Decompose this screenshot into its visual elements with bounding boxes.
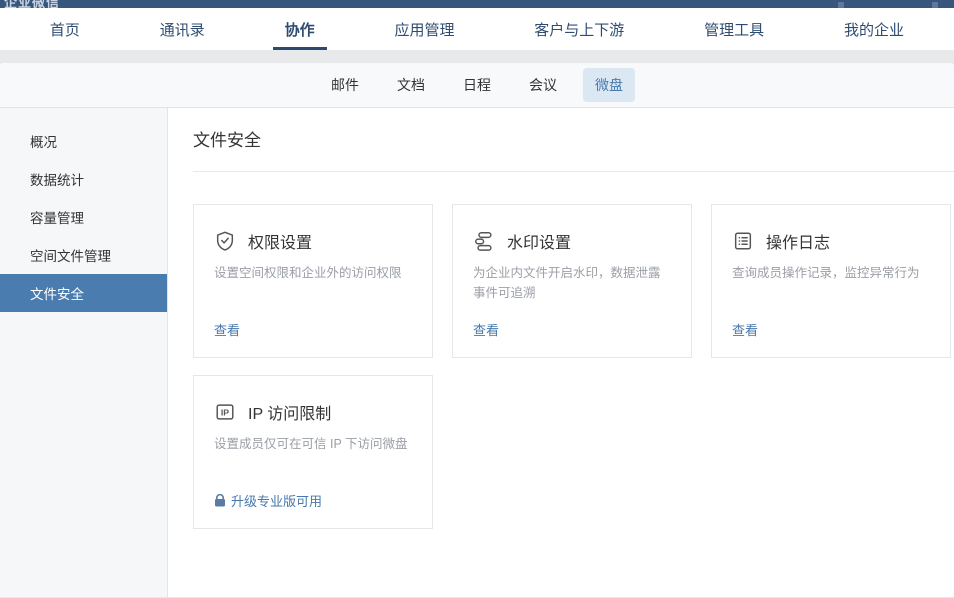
main-nav-item-5[interactable]: 管理工具 (686, 8, 782, 50)
topbar-icon-2 (932, 2, 938, 8)
sub-nav: 邮件文档日程会议微盘 (319, 68, 635, 102)
card-action-label: 查看 (732, 320, 758, 339)
main-nav-item-6[interactable]: 我的企业 (826, 8, 922, 50)
sidebar-item-4[interactable]: 文件安全 (0, 274, 167, 312)
page-body: 概况数据统计容量管理空间文件管理文件安全 文件安全 权限设置 设置空间权限和企业… (0, 108, 954, 597)
card-header: 操作日志 (732, 229, 930, 253)
app-logo: 企业微信 (4, 0, 60, 8)
sub-nav-item-4[interactable]: 微盘 (583, 68, 635, 102)
title-divider (193, 171, 954, 172)
main-nav-item-1[interactable]: 通讯录 (142, 8, 223, 50)
card-action-link[interactable]: 查看 (473, 320, 671, 339)
watermark-icon (473, 230, 495, 252)
card-title: 权限设置 (248, 229, 312, 253)
card-header: 权限设置 (214, 229, 412, 253)
sub-nav-item-1[interactable]: 文档 (385, 68, 437, 102)
sidebar-item-3[interactable]: 空间文件管理 (0, 236, 167, 274)
card-action-link[interactable]: 升级专业版可用 (214, 491, 412, 510)
sidebar-item-2[interactable]: 容量管理 (0, 198, 167, 236)
card-header: IP IP 访问限制 (214, 400, 412, 424)
card-title: IP 访问限制 (248, 400, 331, 424)
page-background-band (0, 50, 954, 63)
page-title: 文件安全 (193, 126, 954, 171)
sidebar-item-1[interactable]: 数据统计 (0, 160, 167, 198)
shield-check-icon (214, 230, 236, 252)
card-action-link[interactable]: 查看 (732, 320, 930, 339)
svg-text:IP: IP (221, 407, 229, 417)
sub-nav-panel: 邮件文档日程会议微盘 (0, 63, 954, 108)
main-nav-item-3[interactable]: 应用管理 (376, 8, 472, 50)
cards-grid: 权限设置 设置空间权限和企业外的访问权限 查看 水印设置 为企业内文件开启水印，… (193, 204, 953, 529)
card-title: 水印设置 (507, 229, 571, 253)
feature-card-1: 水印设置 为企业内文件开启水印，数据泄露事件可追溯 查看 (452, 204, 692, 358)
main-nav: 首页 通讯录 协作 应用管理 客户与上下游 管理工具 我的企业 (0, 8, 954, 50)
ip-icon: IP (214, 401, 236, 423)
feature-card-2: 操作日志 查询成员操作记录，监控异常行为 查看 (711, 204, 951, 358)
main-nav-item-2[interactable]: 协作 (267, 8, 333, 50)
feature-card-3: IP IP 访问限制 设置成员仅可在可信 IP 下访问微盘 升级专业版可用 (193, 375, 433, 529)
card-description: 查询成员操作记录，监控异常行为 (732, 263, 930, 283)
top-app-bar: 企业微信 (0, 0, 954, 8)
card-action-link[interactable]: 查看 (214, 320, 412, 339)
sidebar-item-0[interactable]: 概况 (0, 122, 167, 160)
sub-nav-item-2[interactable]: 日程 (451, 68, 503, 102)
card-description: 为企业内文件开启水印，数据泄露事件可追溯 (473, 263, 671, 303)
log-icon (732, 230, 754, 252)
main-nav-item-4[interactable]: 客户与上下游 (516, 8, 642, 50)
main-nav-item-0[interactable]: 首页 (32, 8, 98, 50)
feature-card-0: 权限设置 设置空间权限和企业外的访问权限 查看 (193, 204, 433, 358)
card-action-label: 升级专业版可用 (231, 491, 322, 510)
main-content: 文件安全 权限设置 设置空间权限和企业外的访问权限 查看 水印设置 为企业内文件… (168, 108, 954, 597)
card-title: 操作日志 (766, 229, 830, 253)
card-action-label: 查看 (473, 320, 499, 339)
lock-icon (214, 494, 226, 507)
card-description: 设置空间权限和企业外的访问权限 (214, 263, 412, 283)
sub-nav-item-3[interactable]: 会议 (517, 68, 569, 102)
sub-nav-item-0[interactable]: 邮件 (319, 68, 371, 102)
card-description: 设置成员仅可在可信 IP 下访问微盘 (214, 434, 412, 454)
sidebar: 概况数据统计容量管理空间文件管理文件安全 (0, 108, 168, 597)
card-action-label: 查看 (214, 320, 240, 339)
card-header: 水印设置 (473, 229, 671, 253)
